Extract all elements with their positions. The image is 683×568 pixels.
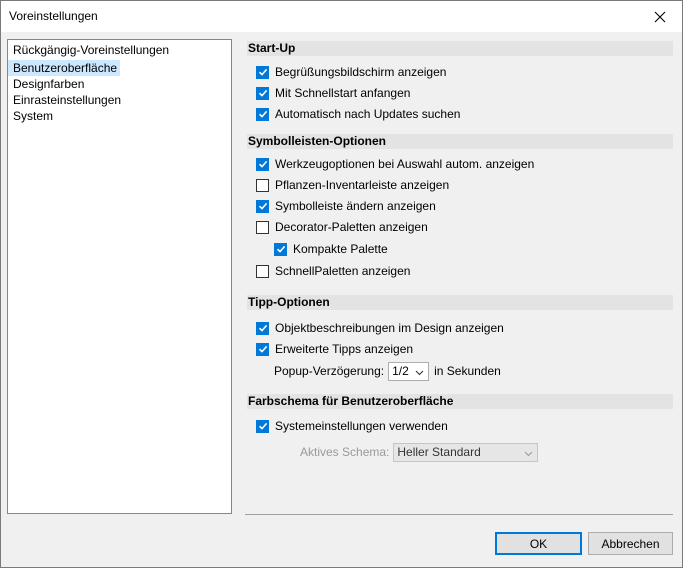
- option-label: Pflanzen-Inventarleiste anzeigen: [275, 178, 450, 192]
- popup-delay-row: Popup-Verzögerung: 1/2 in Sekunden: [274, 361, 501, 381]
- active-scheme-label: Aktives Schema:: [300, 445, 390, 459]
- nav-item-system[interactable]: System: [8, 108, 231, 124]
- window-title: Voreinstellungen: [9, 9, 98, 23]
- checkbox[interactable]: [256, 199, 269, 213]
- option-object-descriptions[interactable]: Objektbeschreibungen im Design anzeigen: [256, 320, 504, 336]
- checkbox[interactable]: [256, 264, 269, 278]
- option-quick-palettes[interactable]: SchnellPaletten anzeigen: [256, 263, 410, 279]
- option-label: Decorator-Paletten anzeigen: [275, 220, 428, 234]
- option-system-settings[interactable]: Systemeinstellungen verwenden: [256, 418, 448, 434]
- active-scheme-row: Aktives Schema: Heller Standard: [300, 442, 539, 462]
- nav-item-snap[interactable]: Einrasteinstellungen: [8, 92, 231, 108]
- checkbox[interactable]: [256, 107, 269, 121]
- checkbox[interactable]: [256, 342, 269, 356]
- checkbox[interactable]: [256, 157, 269, 171]
- option-label: Begrüßungsbildschirm anzeigen: [275, 65, 447, 79]
- popup-delay-suffix: in Sekunden: [434, 364, 501, 378]
- popup-delay-select[interactable]: 1/2: [388, 361, 430, 381]
- option-extended-tips[interactable]: Erweiterte Tipps anzeigen: [256, 341, 413, 357]
- option-welcome-screen[interactable]: Begrüßungsbildschirm anzeigen: [256, 64, 446, 80]
- nav-item-design-colors[interactable]: Designfarben: [8, 76, 231, 92]
- option-label: SchnellPaletten anzeigen: [275, 264, 411, 278]
- cancel-button[interactable]: Abbrechen: [588, 532, 673, 555]
- option-plant-inventory[interactable]: Pflanzen-Inventarleiste anzeigen: [256, 177, 449, 193]
- checkbox[interactable]: [256, 220, 269, 234]
- nav-item-undo[interactable]: Rückgängig-Voreinstellungen: [8, 42, 231, 58]
- option-auto-updates[interactable]: Automatisch nach Updates suchen: [256, 106, 460, 122]
- checkbox[interactable]: [256, 321, 269, 335]
- popup-delay-label: Popup-Verzögerung:: [274, 364, 385, 378]
- section-toolbar-title: Symbolleisten-Optionen: [247, 134, 673, 149]
- nav-item-ui[interactable]: Benutzeroberfläche: [8, 60, 121, 76]
- close-icon[interactable]: [637, 1, 682, 32]
- option-label: Systemeinstellungen verwenden: [275, 419, 448, 433]
- option-change-toolbar[interactable]: Symbolleiste ändern anzeigen: [256, 198, 436, 214]
- category-list: Rückgängig-Voreinstellungen Benutzerober…: [7, 39, 232, 514]
- option-label: Kompakte Palette: [293, 242, 388, 256]
- checkbox[interactable]: [256, 419, 269, 433]
- preferences-dialog: Voreinstellungen Rückgängig-Voreinstellu…: [0, 0, 683, 568]
- option-quickstart[interactable]: Mit Schnellstart anfangen: [256, 85, 410, 101]
- title-bar: Voreinstellungen: [1, 1, 682, 32]
- option-tool-options[interactable]: Werkzeugoptionen bei Auswahl autom. anze…: [256, 156, 534, 172]
- chevron-down-icon: [415, 366, 424, 380]
- footer-divider: [245, 514, 673, 515]
- checkbox[interactable]: [256, 86, 269, 100]
- section-colors-title: Farbschema für Benutzeroberfläche: [247, 394, 673, 409]
- section-startup-title: Start-Up: [247, 41, 673, 56]
- option-label: Erweiterte Tipps anzeigen: [275, 342, 414, 356]
- option-label: Symbolleiste ändern anzeigen: [275, 199, 436, 213]
- checkbox[interactable]: [274, 242, 287, 256]
- chevron-down-icon: [524, 447, 533, 461]
- option-label: Mit Schnellstart anfangen: [275, 86, 411, 100]
- popup-delay-value: 1/2: [392, 364, 409, 378]
- option-label: Automatisch nach Updates suchen: [275, 107, 461, 121]
- option-label: Werkzeugoptionen bei Auswahl autom. anze…: [275, 157, 535, 171]
- section-tips-title: Tipp-Optionen: [247, 295, 673, 310]
- option-decorator-palettes[interactable]: Decorator-Paletten anzeigen: [256, 219, 428, 235]
- option-compact-palette[interactable]: Kompakte Palette: [274, 241, 388, 257]
- ok-button[interactable]: OK: [495, 532, 582, 555]
- option-label: Objektbeschreibungen im Design anzeigen: [275, 321, 504, 335]
- active-scheme-select: Heller Standard: [393, 442, 539, 462]
- active-scheme-value: Heller Standard: [397, 445, 481, 459]
- checkbox[interactable]: [256, 178, 269, 192]
- checkbox[interactable]: [256, 65, 269, 79]
